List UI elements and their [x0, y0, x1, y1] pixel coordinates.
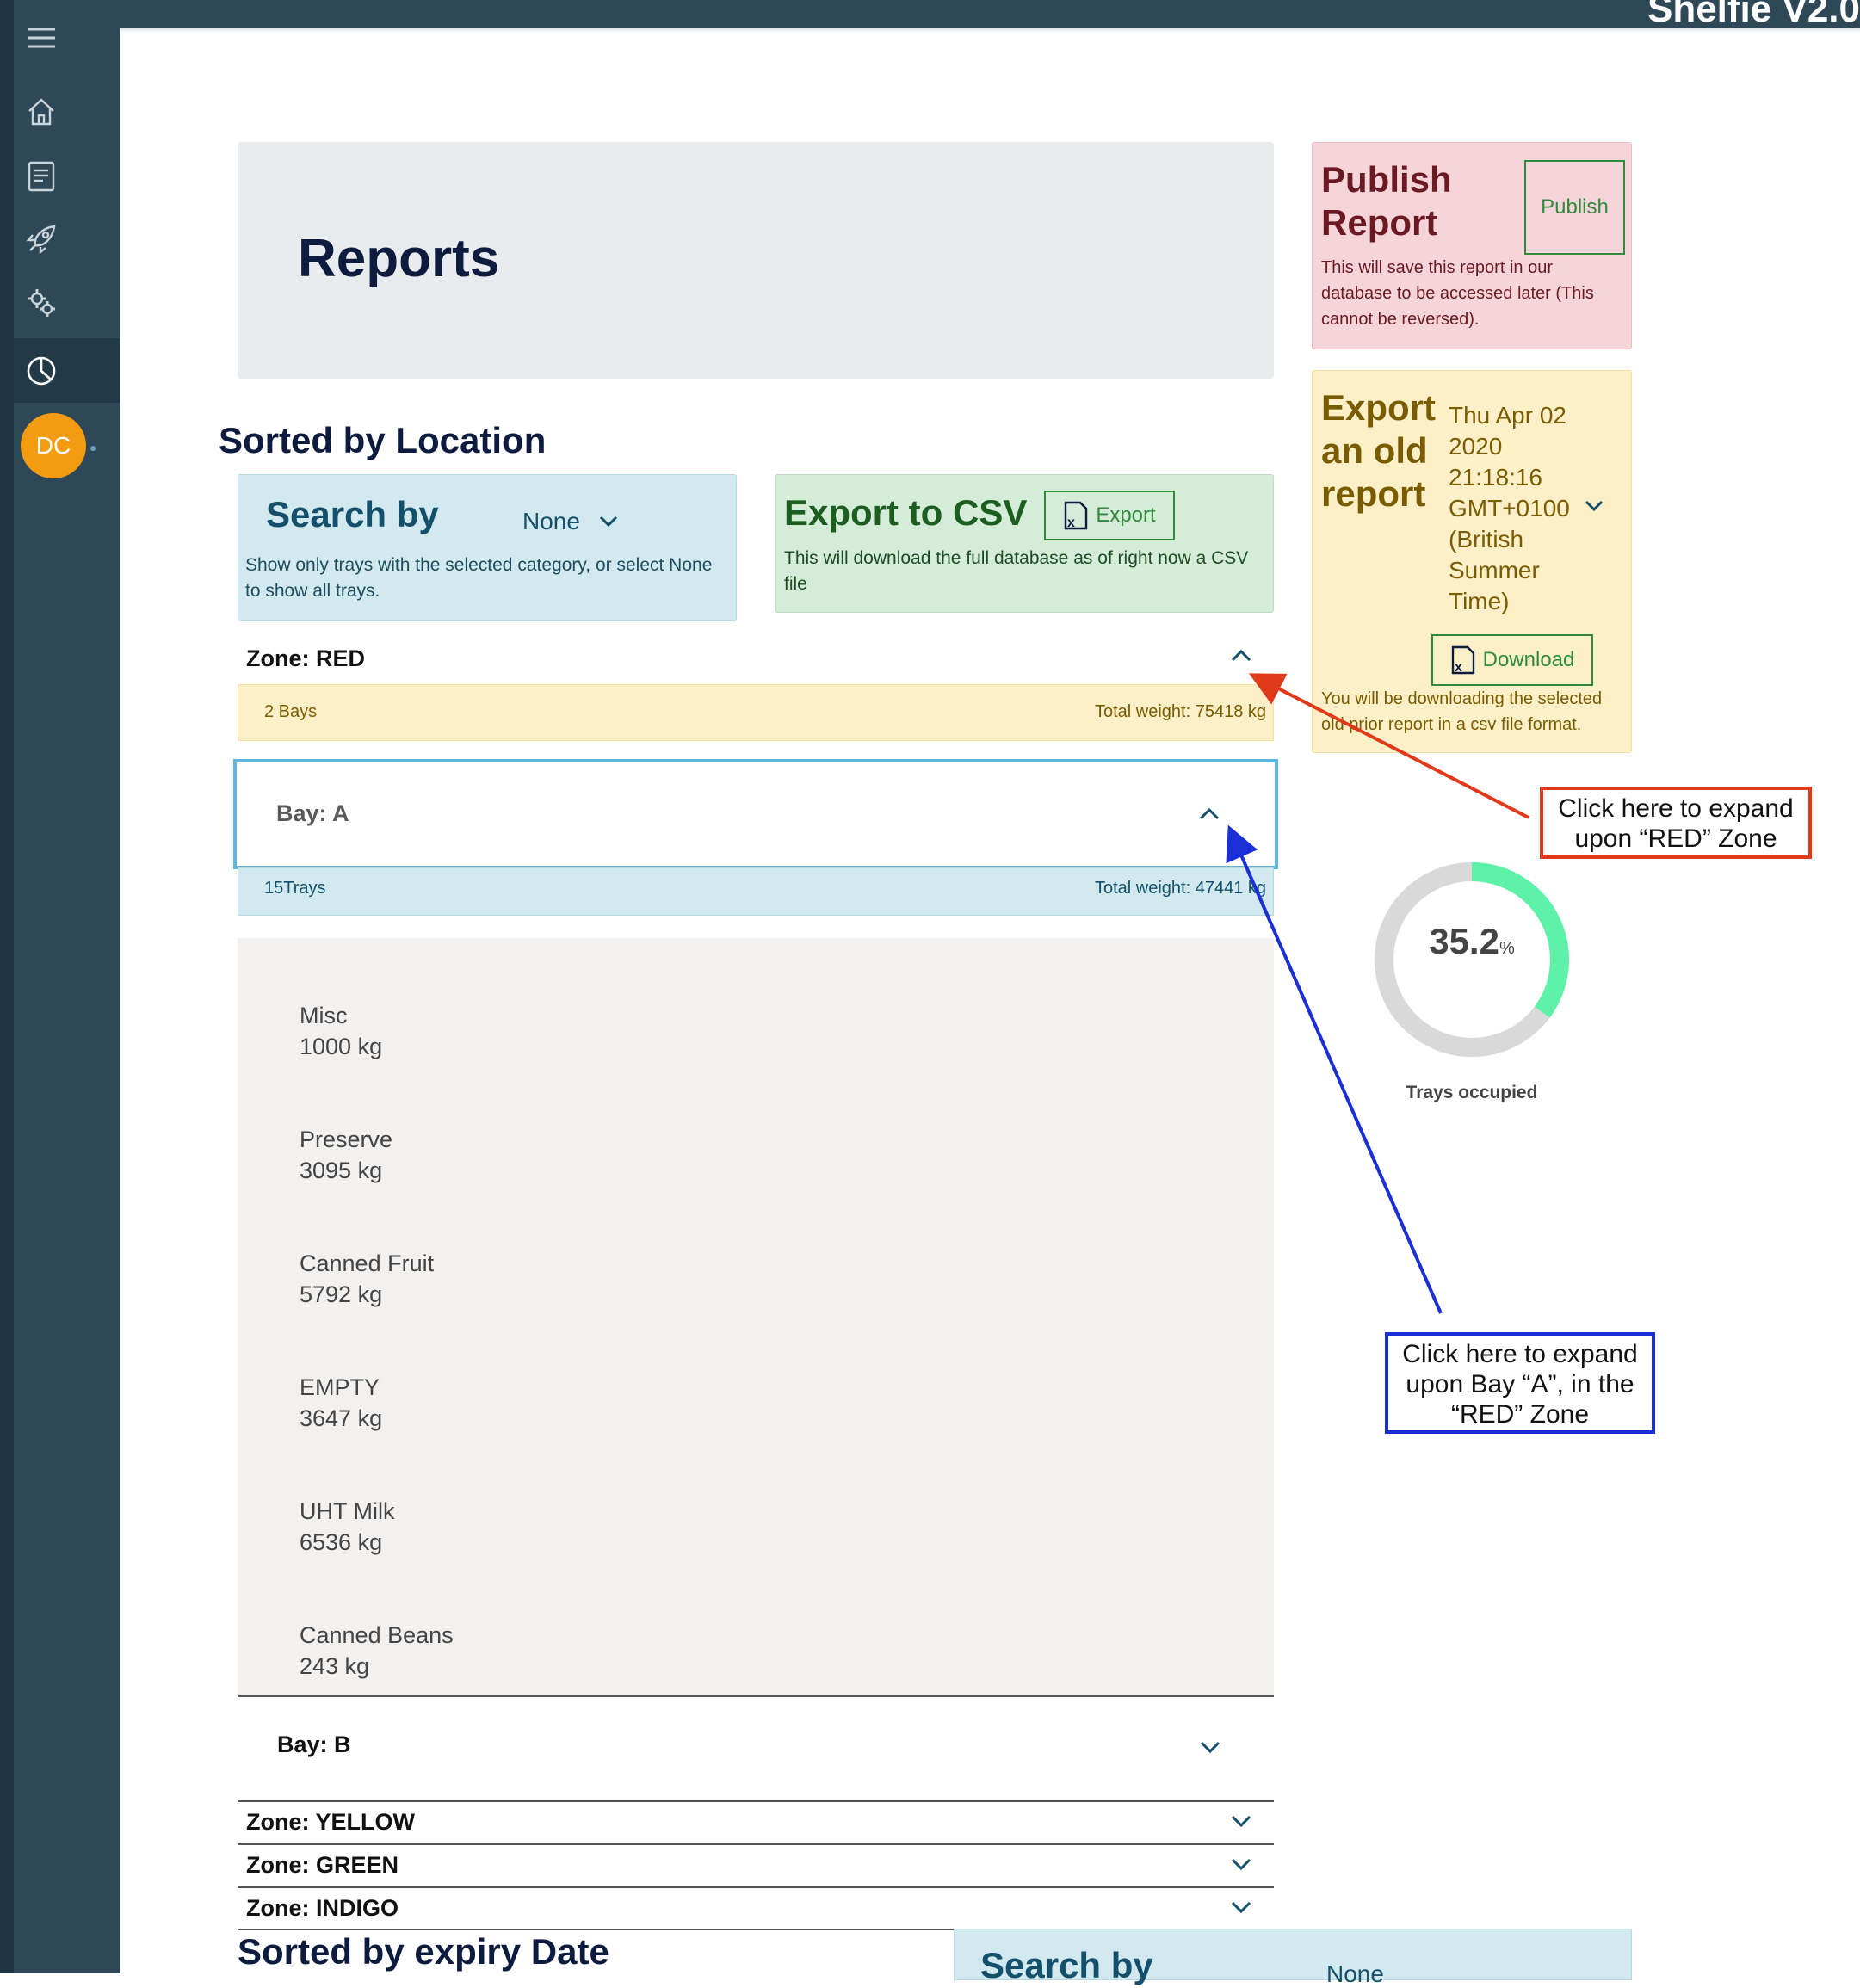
tray-weight: 1000 kg: [300, 1034, 383, 1059]
zone-label: Zone: RED: [246, 645, 365, 671]
export-csv-card: Export to CSV x Export This will downloa…: [775, 474, 1274, 613]
old-report-title: Export an old report: [1321, 387, 1437, 514]
bay-a-callout: Click here to expand upon Bay “A”, in th…: [1385, 1332, 1655, 1434]
occupancy-unit: %: [1499, 939, 1515, 958]
gears-icon[interactable]: [22, 284, 60, 322]
sidebar-edge: [0, 0, 14, 1973]
expiry-section-title: Sorted by expiry Date: [238, 1931, 609, 1972]
tray-list: Misc 1000 kg Preserve 3095 kg Canned Fru…: [238, 938, 1274, 1695]
old-report-description: You will be downloading the selected old…: [1321, 689, 1603, 734]
download-button-label: Download: [1482, 648, 1575, 671]
bay-total-weight: Total weight: 47441 kg: [1094, 879, 1266, 898]
red-zone-callout: Click here to expand upon “RED” Zone: [1540, 787, 1812, 859]
expiry-category-select[interactable]: None: [1326, 1960, 1384, 1988]
category-select[interactable]: None: [522, 508, 618, 535]
list-item: Preserve 3095 kg: [300, 1124, 392, 1186]
search-by-title: Search by: [266, 494, 439, 534]
home-icon[interactable]: [22, 93, 60, 131]
export-csv-description: This will download the full database as …: [784, 548, 1249, 594]
hamburger-icon[interactable]: [22, 19, 60, 57]
zone-label: Zone: GREEN: [246, 1851, 399, 1878]
bay-b-header[interactable]: Bay: B: [238, 1695, 1274, 1800]
bay-a-header[interactable]: Bay: A: [233, 759, 1278, 869]
download-button[interactable]: x Download: [1431, 634, 1593, 686]
page-title: Reports: [298, 229, 500, 288]
occupancy-number: 35.2: [1429, 921, 1499, 961]
tray-weight: 5792 kg: [300, 1281, 383, 1307]
occupancy-value: 35.2%: [1369, 921, 1575, 962]
publish-button[interactable]: Publish: [1524, 160, 1625, 255]
zone-indigo-header[interactable]: Zone: INDIGO: [238, 1886, 1274, 1928]
list-item: EMPTY 3647 kg: [300, 1372, 382, 1434]
tray-category: Preserve: [300, 1127, 393, 1152]
chevron-down-icon[interactable]: [1200, 1740, 1220, 1754]
export-csv-title: Export to CSV: [784, 492, 1028, 533]
app-title: Shelfie V2.0: [1647, 0, 1860, 30]
chevron-down-icon[interactable]: [1231, 1814, 1251, 1828]
old-report-date-select[interactable]: Thu Apr 02 2020 21:18:16 GMT+0100 (Briti…: [1449, 400, 1578, 617]
zone-green-header[interactable]: Zone: GREEN: [238, 1843, 1274, 1885]
chevron-down-icon[interactable]: [1585, 500, 1604, 512]
avatar[interactable]: DC: [21, 413, 86, 478]
tray-category: UHT Milk: [300, 1498, 395, 1524]
location-section-title: Sorted by Location: [219, 420, 547, 460]
search-by-description: Show only trays with the selected catego…: [245, 555, 713, 601]
export-button[interactable]: x Export: [1044, 491, 1175, 540]
trays-count: 15Trays: [264, 879, 326, 898]
sidebar: DC ●: [0, 0, 120, 1973]
tray-weight: 243 kg: [300, 1653, 370, 1679]
chevron-up-icon[interactable]: [1199, 807, 1220, 821]
excel-file-icon: x: [1065, 501, 1088, 530]
expiry-search-title: Search by: [980, 1945, 1153, 1985]
list-item: Canned Fruit 5792 kg: [300, 1248, 434, 1310]
bays-count: 2 Bays: [264, 702, 318, 721]
publish-report-title: Publish Report: [1321, 159, 1452, 243]
zone-total-weight: Total weight: 75418 kg: [1094, 702, 1266, 721]
old-report-card: Export an old report Thu Apr 02 2020 21:…: [1312, 370, 1632, 753]
tray-weight: 3095 kg: [300, 1158, 383, 1183]
tray-category: Canned Fruit: [300, 1250, 435, 1276]
tray-weight: 3647 kg: [300, 1405, 383, 1431]
zone-yellow-header[interactable]: Zone: YELLOW: [238, 1800, 1274, 1842]
zone-red-summary: 2 Bays Total weight: 75418 kg: [238, 684, 1274, 741]
export-button-label: Export: [1096, 503, 1156, 527]
occupancy-label: Trays occupied: [1406, 1083, 1538, 1102]
tray-weight: 6536 kg: [300, 1529, 383, 1555]
zone-label: Zone: INDIGO: [246, 1894, 399, 1921]
svg-text:x: x: [1067, 516, 1075, 530]
expiry-search-card: Search by None: [954, 1929, 1632, 1987]
avatar-menu-icon[interactable]: ●: [90, 441, 96, 454]
top-bar: Shelfie V2.0: [0, 0, 1860, 33]
zone-label: Zone: YELLOW: [246, 1808, 415, 1835]
svg-text:x: x: [1455, 660, 1462, 675]
bay-a-summary: 15Trays Total weight: 47441 kg: [238, 867, 1274, 916]
list-item: Misc 1000 kg: [300, 1000, 382, 1062]
search-by-card: Search by None Show only trays with the …: [238, 474, 737, 621]
tray-category: Canned Beans: [300, 1622, 454, 1648]
chevron-down-icon[interactable]: [1231, 1900, 1251, 1914]
pie-chart-icon[interactable]: [22, 351, 60, 389]
tray-category: EMPTY: [300, 1374, 380, 1400]
top-bar-shadow: [120, 28, 1860, 33]
chevron-down-icon: [599, 516, 617, 528]
category-select-value: None: [522, 508, 580, 534]
list-item: Canned Beans 243 kg: [300, 1620, 454, 1682]
zone-red-header[interactable]: Zone: RED: [238, 637, 1274, 680]
tray-category: Misc: [300, 1003, 348, 1028]
document-icon[interactable]: [22, 157, 60, 195]
rocket-icon[interactable]: [22, 220, 60, 258]
bay-label: Bay: B: [277, 1732, 351, 1757]
publish-report-description: This will save this report in our databa…: [1321, 258, 1594, 329]
chevron-down-icon[interactable]: [1231, 1857, 1251, 1871]
reports-header-panel: Reports: [238, 142, 1274, 379]
bay-label: Bay: A: [276, 800, 349, 826]
list-item: UHT Milk 6536 kg: [300, 1496, 395, 1558]
publish-report-card: Publish Report Publish This will save th…: [1312, 142, 1632, 349]
excel-file-icon: x: [1451, 645, 1474, 675]
chevron-up-icon[interactable]: [1231, 649, 1251, 663]
